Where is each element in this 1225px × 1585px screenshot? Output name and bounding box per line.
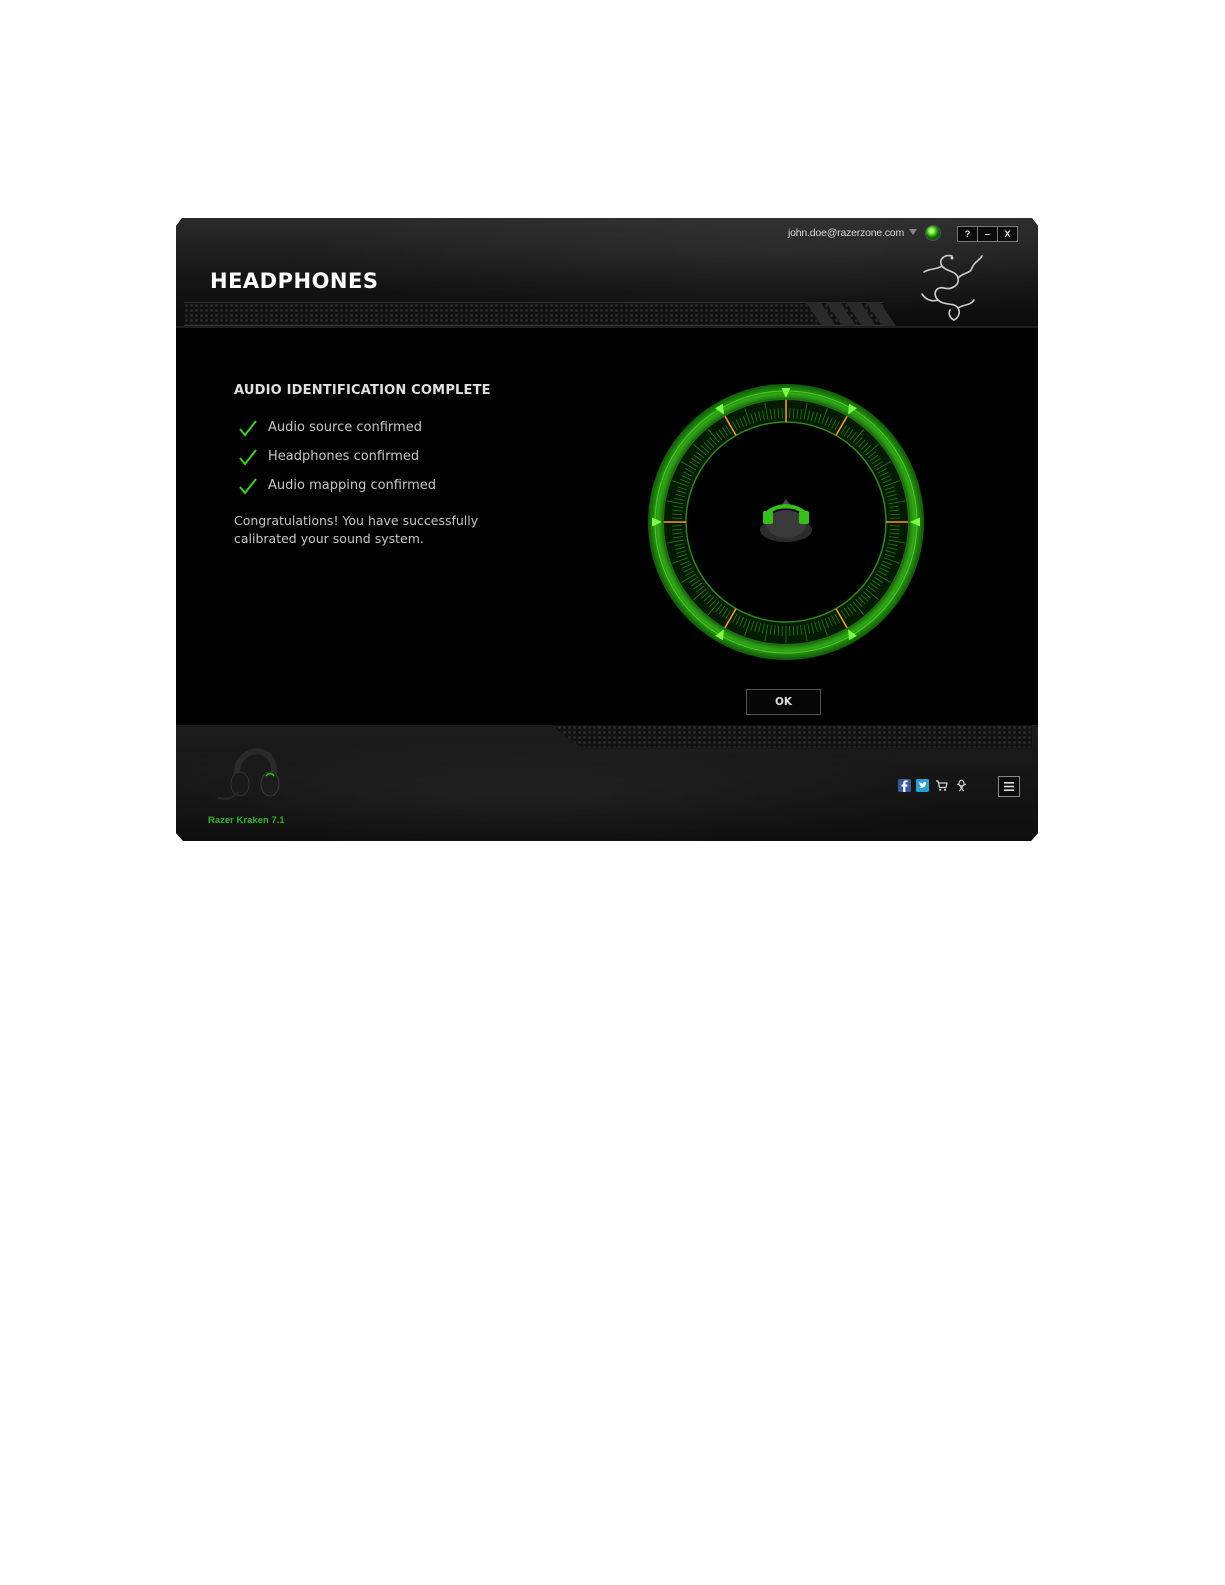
headset-icon xyxy=(217,748,280,800)
app-window: HEADPHONES john.doe@razerzone.com ? – X … xyxy=(176,218,1038,841)
check-label: Headphones confirmed xyxy=(268,449,420,464)
footer-texture xyxy=(552,725,1032,747)
razer-logo-icon xyxy=(921,254,983,321)
list-item: Audio mapping confirmed xyxy=(234,476,494,498)
header-divider xyxy=(176,326,1038,328)
device-name: Razer Kraken 7.1 xyxy=(208,815,285,826)
header-texture xyxy=(184,302,884,326)
razer-icon[interactable] xyxy=(955,779,968,792)
menu-icon xyxy=(1004,782,1014,791)
online-status-icon xyxy=(926,226,940,240)
cart-icon[interactable] xyxy=(935,779,948,792)
header-stripes xyxy=(806,302,896,326)
help-button[interactable]: ? xyxy=(957,226,978,242)
facebook-icon[interactable] xyxy=(898,779,911,792)
menu-button[interactable] xyxy=(998,776,1020,797)
page-title: HEADPHONES xyxy=(210,269,379,293)
chevron-down-icon[interactable] xyxy=(909,229,917,235)
message-line: calibrated your sound system. xyxy=(234,531,424,546)
message-line: Congratulations! You have successfully xyxy=(234,513,479,528)
minimize-button[interactable]: – xyxy=(977,226,998,242)
status-heading: AUDIO IDENTIFICATION COMPLETE xyxy=(234,383,491,398)
check-label: Audio source confirmed xyxy=(268,420,422,435)
list-item: Audio source confirmed xyxy=(234,418,494,440)
ok-button[interactable]: OK xyxy=(746,689,821,715)
close-button[interactable]: X xyxy=(997,226,1018,242)
checkmark-icon xyxy=(239,420,257,437)
checkmark-icon xyxy=(239,449,257,466)
surround-calibration-dial xyxy=(648,384,924,660)
success-message: Congratulations! You have successfully c… xyxy=(234,512,504,548)
check-label: Audio mapping confirmed xyxy=(268,478,437,493)
checkmark-icon xyxy=(239,478,257,495)
twitter-icon[interactable] xyxy=(916,779,929,792)
list-item: Headphones confirmed xyxy=(234,447,494,469)
user-account-menu[interactable]: john.doe@razerzone.com xyxy=(788,227,904,239)
